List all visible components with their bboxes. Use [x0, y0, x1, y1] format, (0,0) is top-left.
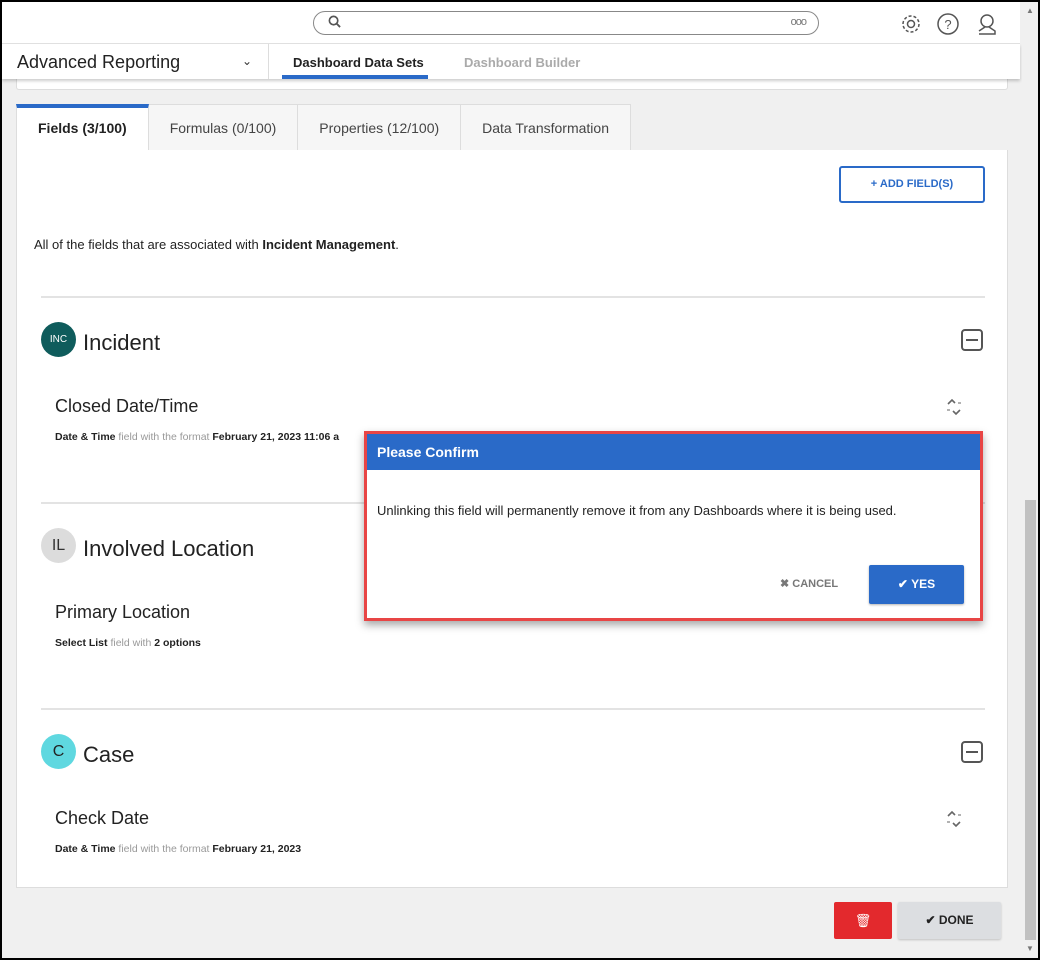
tab-fields[interactable]: Fields (3/100) — [16, 104, 149, 152]
trash-icon: 🗑 — [854, 913, 872, 928]
help-icon[interactable]: ? — [936, 12, 960, 36]
yes-button[interactable]: ✔ YES — [869, 565, 964, 604]
close-icon: ✖ — [780, 578, 793, 590]
scroll-up-icon[interactable]: ▲ — [1026, 6, 1034, 15]
confirm-dialog: Please Confirm Unlinking this field will… — [364, 431, 983, 621]
dialog-message: Unlinking this field will permanently re… — [377, 503, 897, 518]
divider — [41, 708, 985, 710]
search-icon — [328, 15, 341, 28]
scrollbar[interactable]: ▲ ▼ — [1022, 2, 1038, 958]
search-input[interactable]: ooo — [313, 11, 819, 35]
field-type: Date & Time — [55, 431, 116, 443]
svg-text:?: ? — [944, 17, 951, 32]
tab-dashboard-data-sets[interactable]: Dashboard Data Sets — [293, 55, 424, 70]
section-title: Involved Location — [83, 536, 255, 561]
field-name: Check Date — [55, 808, 150, 828]
yes-label: YES — [911, 577, 936, 591]
field-format: 2 options — [154, 637, 201, 649]
tab-dashboard-builder[interactable]: Dashboard Builder — [464, 55, 580, 70]
section-title: Case — [83, 742, 135, 767]
field-format: February 21, 2023 — [212, 843, 302, 855]
plus-icon: + — [870, 178, 880, 190]
cancel-button[interactable]: ✖ CANCEL — [780, 577, 838, 590]
field-meta-text: field with the format — [118, 431, 210, 443]
desc-suffix: . — [395, 237, 399, 252]
done-button[interactable]: ✔ DONE — [898, 902, 1001, 939]
tab-bar: Fields (3/100) Formulas (0/100) Properti… — [16, 104, 631, 152]
divider — [268, 44, 269, 79]
unlink-icon[interactable] — [945, 398, 963, 416]
field-meta: Date & Time field with the format Februa… — [55, 843, 301, 855]
field-meta: Date & Time field with the format Februa… — [55, 431, 339, 443]
done-label: DONE — [938, 913, 974, 927]
field-meta-text: field with — [110, 637, 152, 649]
field-type: Date & Time — [55, 843, 116, 855]
chevron-down-icon[interactable]: ⌄ — [242, 54, 252, 68]
check-icon: ✔ — [925, 913, 939, 927]
app-title: Advanced Reporting — [17, 52, 181, 72]
field-format: February 21, 2023 11:06 a — [212, 431, 340, 443]
tab-formulas[interactable]: Formulas (0/100) — [148, 104, 299, 151]
tab-data-transformation[interactable]: Data Transformation — [461, 104, 631, 151]
description: All of the fields that are associated wi… — [34, 237, 399, 252]
tab-properties[interactable]: Properties (12/100) — [298, 104, 462, 151]
scroll-down-icon[interactable]: ▼ — [1026, 944, 1034, 953]
cancel-label: CANCEL — [792, 578, 839, 590]
app-window: ooo ? Advanced Reporting ⌄ Dashboard Dat… — [2, 2, 1038, 958]
avatar: IL — [41, 528, 76, 563]
divider — [41, 296, 985, 298]
gear-icon[interactable] — [899, 12, 923, 36]
top-bar: ooo ? — [2, 2, 1020, 44]
dialog-title: Please Confirm — [367, 434, 980, 470]
avatar: C — [41, 734, 76, 769]
unlink-icon[interactable] — [945, 810, 963, 828]
field-meta: Select List field with 2 options — [55, 637, 201, 649]
collapse-icon[interactable] — [961, 329, 983, 351]
avatar: INC — [41, 322, 76, 357]
add-fields-button[interactable]: + ADD FIELD(S) — [839, 166, 985, 203]
user-icon[interactable] — [975, 12, 999, 36]
sub-nav: Advanced Reporting ⌄ Dashboard Data Sets… — [2, 44, 1020, 79]
desc-text: All of the fields that are associated wi… — [34, 237, 263, 252]
section-title: Incident — [83, 330, 161, 355]
field-name: Primary Location — [55, 602, 191, 622]
check-icon: ✔ — [897, 577, 912, 591]
search-options-icon[interactable]: ooo — [791, 16, 807, 28]
collapse-icon[interactable] — [961, 741, 983, 763]
delete-button[interactable]: 🗑 — [834, 902, 892, 939]
field-meta-text: field with the format — [118, 843, 210, 855]
field-name: Closed Date/Time — [55, 396, 199, 416]
active-tab-indicator — [282, 75, 428, 79]
dataset-name: Incident Management — [262, 237, 396, 252]
scrollbar-thumb[interactable] — [1025, 500, 1036, 940]
field-type: Select List — [55, 637, 108, 649]
add-fields-label: ADD FIELD(S) — [879, 178, 954, 190]
